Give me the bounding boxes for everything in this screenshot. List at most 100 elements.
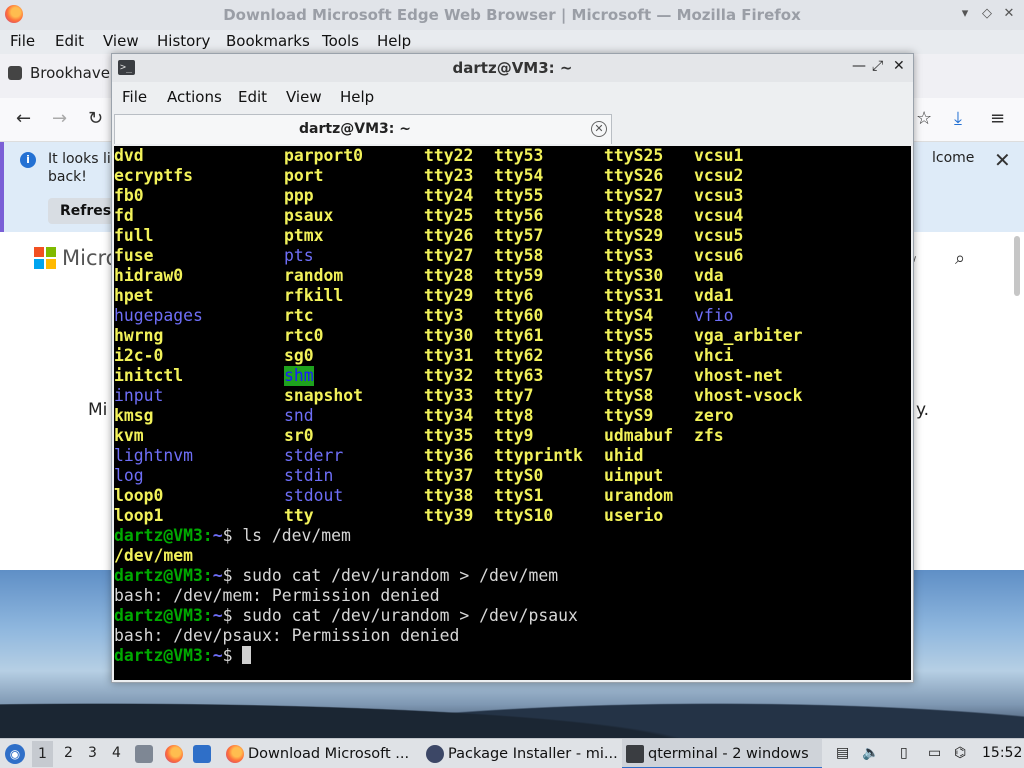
device-entry: tty58 [494, 246, 544, 265]
device-entry: userio [604, 506, 664, 525]
workspace-3[interactable]: 3 [88, 745, 97, 761]
terminal-titlebar[interactable]: >_ dartz@VM3: ~ — ⤢ ✕ [112, 54, 913, 82]
device-entry: vda1 [694, 286, 734, 305]
device-entry: tty60 [494, 306, 544, 325]
close-icon[interactable]: ✕ [893, 58, 905, 74]
task-qterminal[interactable]: qterminal - 2 windows [622, 739, 822, 768]
device-entry: tty61 [494, 326, 544, 345]
prompt-user: dartz@VM3: [114, 646, 213, 665]
forward-arrow-icon[interactable]: → [52, 108, 67, 129]
device-entry: rtc0 [284, 326, 324, 345]
device-entry: udmabuf [604, 426, 674, 445]
notification-close-icon[interactable]: ✕ [994, 148, 1011, 172]
minimize-icon[interactable]: — [852, 58, 866, 74]
prompt-path: ~ [212, 566, 223, 585]
term-menu-view[interactable]: View [286, 88, 322, 106]
search-icon[interactable]: ⌕ [955, 248, 965, 269]
task-firefox[interactable]: Download Microsoft ... [222, 739, 418, 768]
workspace-4[interactable]: 4 [112, 745, 121, 761]
device-entry: tty9 [494, 426, 534, 445]
prompt-path: ~ [212, 646, 223, 665]
device-entry: tty24 [424, 186, 474, 205]
hamburger-menu-icon[interactable]: ≡ [990, 108, 1005, 129]
terminal-output[interactable]: dvd parport0 tty22 tty53 ttyS25 vcsu1 ecryptfs… [114, 146, 911, 680]
device-entry: tty34 [424, 406, 474, 425]
device-entry: stdin [284, 466, 334, 485]
device-entry: tty53 [494, 146, 544, 165]
device-entry: log [114, 466, 144, 485]
workspace-1[interactable]: 1 [32, 741, 53, 767]
prompt-sign: $ [222, 606, 243, 625]
close-icon[interactable]: ✕ [1000, 4, 1018, 24]
device-entry: ecryptfs [114, 166, 193, 185]
restore-icon[interactable]: ⤢ [872, 58, 883, 74]
terminal-tab-label: dartz@VM3: ~ [299, 121, 411, 137]
terminal-tab[interactable]: dartz@VM3: ~ ✕ [114, 114, 612, 144]
firefox-launcher-icon[interactable] [165, 745, 183, 763]
device-entry: ttyS10 [494, 506, 554, 525]
device-entry: tty55 [494, 186, 544, 205]
file-manager-icon[interactable] [135, 745, 153, 763]
microsoft-logo-icon [34, 247, 56, 269]
device-entry: ttyS6 [604, 346, 654, 365]
command-text: sudo cat /dev/urandom > /dev/mem [242, 566, 559, 585]
menu-tools[interactable]: Tools [322, 32, 359, 50]
maximize-icon[interactable]: ◇ [978, 4, 996, 24]
device-entry: stderr [284, 446, 344, 465]
task-package-installer[interactable]: Package Installer - mi... [422, 739, 620, 768]
network-icon[interactable]: ⌬ [954, 745, 966, 761]
device-entry: random [284, 266, 344, 285]
display-icon[interactable]: ▭ [928, 745, 941, 761]
page-scrollbar[interactable] [1014, 236, 1020, 296]
device-entry: hwrng [114, 326, 164, 345]
menu-file[interactable]: File [10, 32, 35, 50]
workspace-2[interactable]: 2 [64, 745, 73, 761]
menu-help[interactable]: Help [377, 32, 411, 50]
device-entry: tty22 [424, 146, 474, 165]
clipboard-icon[interactable]: ▤ [836, 745, 849, 761]
device-entry: tty57 [494, 226, 544, 245]
device-entry: ttyS25 [604, 146, 664, 165]
firefox-titlebar[interactable]: Download Microsoft Edge Web Browser | Mi… [0, 0, 1024, 30]
device-entry: vhost-net [694, 366, 783, 385]
start-menu-icon[interactable]: ◉ [5, 744, 25, 764]
device-entry: tty33 [424, 386, 474, 405]
browser-tab[interactable]: Brookhaven [8, 64, 119, 82]
device-entry: port [284, 166, 324, 185]
bookmark-star-icon[interactable]: ☆ [916, 108, 932, 129]
menu-bookmarks[interactable]: Bookmarks [226, 32, 310, 50]
device-entry: vfio [694, 306, 734, 325]
device-entry: vcsu4 [694, 206, 744, 225]
term-menu-help[interactable]: Help [340, 88, 374, 106]
menu-view[interactable]: View [103, 32, 139, 50]
term-menu-file[interactable]: File [122, 88, 147, 106]
text-cursor[interactable] [242, 646, 252, 664]
device-entry: ttyS3 [604, 246, 654, 265]
term-menu-actions[interactable]: Actions [167, 88, 222, 106]
device-entry: zero [694, 406, 734, 425]
menu-edit[interactable]: Edit [55, 32, 84, 50]
tab-close-icon[interactable]: ✕ [591, 121, 607, 137]
prompt-path: ~ [212, 526, 223, 545]
term-menu-edit[interactable]: Edit [238, 88, 267, 106]
volume-icon[interactable]: 🔈 [862, 745, 879, 761]
device-entry: ptmx [284, 226, 324, 245]
device-entry: lightnvm [114, 446, 193, 465]
downloads-icon[interactable]: ⤓ [954, 108, 962, 129]
device-entry: ttyS9 [604, 406, 654, 425]
device-entry: tty25 [424, 206, 474, 225]
device-entry: fuse [114, 246, 154, 265]
device-entry: tty63 [494, 366, 544, 385]
command-line: dartz@VM3:~$ ls /dev/mem [114, 526, 351, 546]
device-entry: tty23 [424, 166, 474, 185]
device-entry: tty56 [494, 206, 544, 225]
firefox-menubar: File Edit View History Bookmarks Tools H… [0, 30, 1024, 54]
device-entry: tty26 [424, 226, 474, 245]
menu-history[interactable]: History [157, 32, 210, 50]
desktop-icon[interactable] [193, 745, 211, 763]
minimize-icon[interactable]: ▾ [956, 4, 974, 24]
reload-icon[interactable]: ↻ [88, 108, 103, 129]
terminal-window-title: dartz@VM3: ~ [452, 59, 573, 77]
back-arrow-icon[interactable]: ← [16, 108, 31, 129]
notes-icon[interactable]: ▯ [900, 745, 908, 761]
